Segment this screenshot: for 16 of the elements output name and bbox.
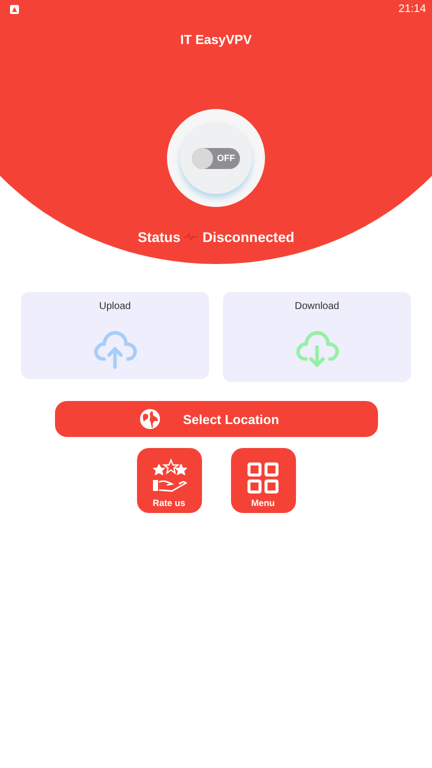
app-title: IT EasyVPV bbox=[180, 32, 252, 47]
select-location-button[interactable]: Select Location bbox=[54, 401, 378, 437]
card-label: Upload bbox=[99, 301, 131, 312]
status-value: Disconnected bbox=[202, 229, 294, 245]
menu-button[interactable]: Menu bbox=[230, 448, 296, 513]
grid-icon bbox=[247, 462, 279, 494]
clock-time: 21:14 bbox=[398, 3, 426, 15]
card-label: Download bbox=[294, 301, 340, 312]
hand-stars-icon bbox=[150, 458, 188, 494]
status-label: Status bbox=[138, 229, 180, 245]
cloud-upload-icon bbox=[92, 329, 138, 369]
connect-switch[interactable]: OFF bbox=[192, 148, 240, 168]
globe-icon bbox=[138, 408, 161, 430]
notification-icon bbox=[10, 4, 19, 14]
rate-us-button[interactable]: Rate us bbox=[136, 448, 202, 513]
cloud-download-icon bbox=[294, 329, 340, 369]
